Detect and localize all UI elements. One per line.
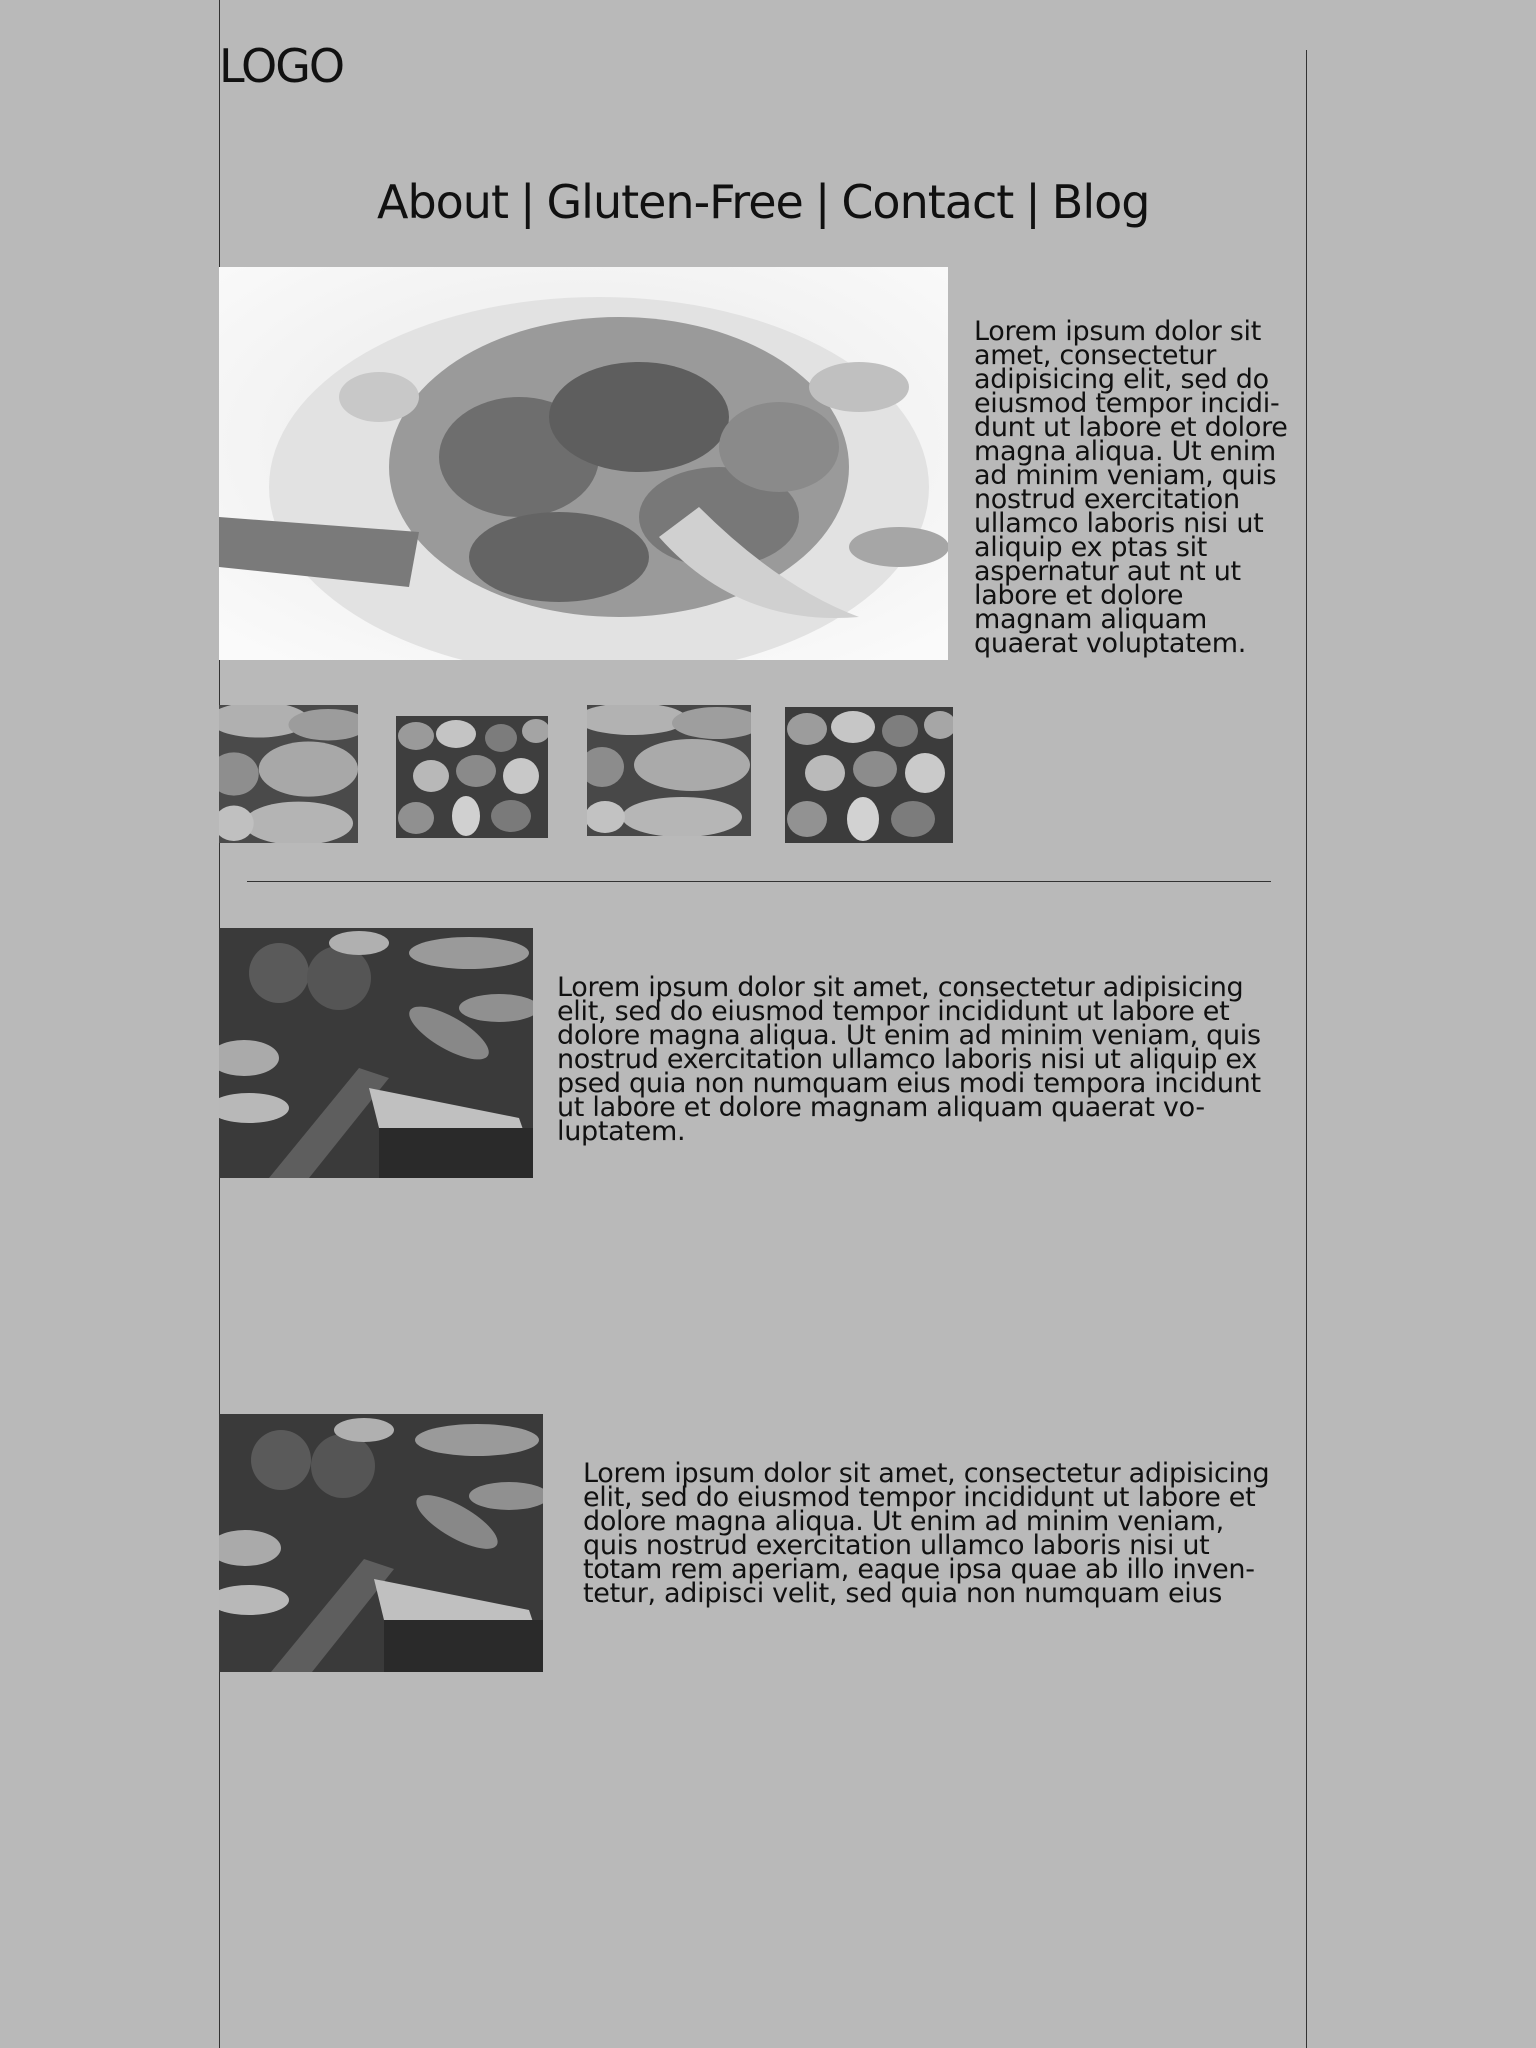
thumbnail-bread-image[interactable] [587,705,751,836]
nav-link-contact[interactable]: Contact [841,175,1014,229]
section-text: Lorem ipsum dolor sit amet, consectetur … [557,972,1261,1147]
vegetables-image [219,1414,543,1672]
hero-text: Lorem ipsum dolor sit amet, consectetur … [974,316,1288,659]
main-nav: About | Gluten-Free | Contact | Blog [377,174,1151,230]
thumbnail-bread-image[interactable] [219,705,358,843]
nav-link-about[interactable]: About [377,175,509,229]
nav-link-blog[interactable]: Blog [1052,175,1151,229]
vegetables-image [219,928,533,1178]
nav-link-gluten-free[interactable]: Gluten-Free [547,175,804,229]
nav-separator: | [1025,175,1040,229]
page-right-border [1306,50,1307,2048]
section-text: Lorem ipsum dolor sit amet, consectetur … [583,1458,1270,1609]
thumbnail-nuts-image[interactable] [785,707,953,843]
nav-separator: | [814,175,830,229]
thumbnail-nuts-image[interactable] [396,716,548,838]
section-divider [247,881,1271,882]
logo[interactable]: LOGO [219,40,345,92]
hero-food-image [219,267,948,660]
nav-separator: | [520,175,535,229]
